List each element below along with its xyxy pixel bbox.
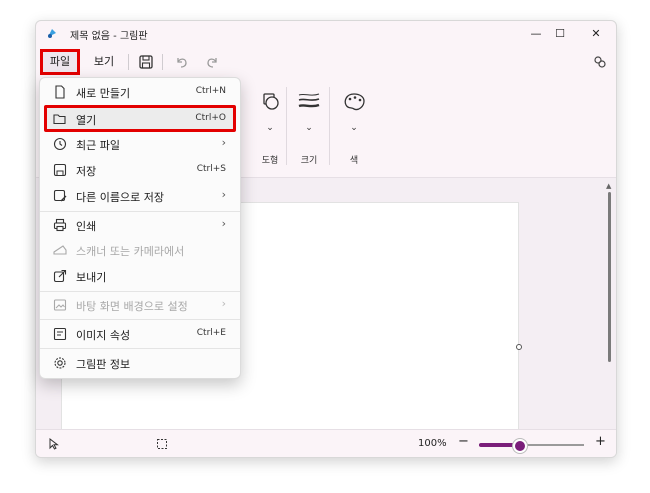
zoom-slider[interactable] <box>479 439 584 453</box>
gear-icon <box>54 357 66 369</box>
menu-item-save-as[interactable]: 다른 이름으로 저장 › <box>44 184 236 208</box>
clock-icon <box>53 137 67 151</box>
menu-item-recent[interactable]: 최근 파일 › <box>44 132 236 156</box>
vertical-scrollbar[interactable] <box>608 192 611 362</box>
shapes-icon[interactable] <box>250 91 290 113</box>
selection-size-icon <box>157 439 167 449</box>
shapes-chevron-down-icon[interactable]: ⌄ <box>250 123 290 133</box>
maximize-button[interactable]: ☐ <box>550 25 570 43</box>
copilot-icon[interactable] <box>592 54 608 70</box>
submenu-arrow-icon: › <box>221 136 226 149</box>
menu-item-send[interactable]: 보내기 <box>44 264 236 288</box>
submenu-arrow-icon: › <box>221 217 226 230</box>
menu-item-shortcut: Ctrl+N <box>195 86 226 96</box>
submenu-arrow-icon: › <box>221 297 226 310</box>
menu-item-label: 새로 만들기 <box>76 87 131 100</box>
share-icon <box>53 269 67 283</box>
menu-separator <box>40 348 240 349</box>
new-file-icon <box>55 85 65 99</box>
size-label: 크기 <box>300 156 318 166</box>
redo-icon[interactable] <box>204 54 220 70</box>
paint-app-icon <box>48 29 56 38</box>
menu-item-label: 바탕 화면 배경으로 설정 <box>76 300 188 313</box>
menu-separator <box>162 54 163 70</box>
menu-item-set-wallpaper: 바탕 화면 배경으로 설정 › <box>44 293 236 317</box>
menu-item-label: 이미지 속성 <box>76 329 131 342</box>
menu-item-image-properties[interactable]: 이미지 속성 Ctrl+E <box>44 322 236 346</box>
menu-separator <box>40 319 240 320</box>
zoom-out-button[interactable]: − <box>458 434 469 449</box>
menu-item-shortcut: Ctrl+O <box>195 113 226 123</box>
scanner-icon <box>53 245 67 255</box>
color-chevron-down-icon[interactable]: ⌄ <box>334 123 374 133</box>
toolbar-separator <box>286 87 287 165</box>
scroll-up-icon[interactable]: ▲ <box>606 182 611 190</box>
size-chevron-down-icon[interactable]: ⌄ <box>289 123 329 133</box>
status-bar: 100% − + <box>36 429 616 457</box>
zoom-in-button[interactable]: + <box>595 434 606 449</box>
menu-item-label: 인쇄 <box>76 220 97 233</box>
wallpaper-icon <box>53 299 67 311</box>
menu-separator <box>128 54 129 70</box>
window-title: 제목 없음 - 그림판 <box>70 31 148 42</box>
menu-separator <box>40 211 240 212</box>
menu-item-label: 그림판 정보 <box>76 358 131 371</box>
size-icon[interactable] <box>289 91 329 113</box>
menu-item-print[interactable]: 인쇄 › <box>44 213 236 237</box>
menu-item-scanner: 스캐너 또는 카메라에서 <box>44 238 236 262</box>
view-menu-button[interactable]: 보기 <box>88 52 120 72</box>
save-icon <box>53 163 67 177</box>
printer-icon <box>53 218 67 232</box>
color-palette-icon[interactable] <box>334 91 374 113</box>
image-properties-icon <box>53 327 67 341</box>
color-label: 색 <box>349 156 359 166</box>
save-as-icon <box>53 189 67 202</box>
menu-item-open[interactable]: 열기 Ctrl+O <box>44 105 236 132</box>
menu-item-label: 열기 <box>76 114 97 127</box>
menu-bar: 파일 보기 <box>36 49 616 75</box>
shapes-label: 도형 <box>261 156 279 166</box>
menu-item-label: 다른 이름으로 저장 <box>76 191 164 204</box>
zoom-level-text: 100% <box>418 438 447 449</box>
menu-item-save[interactable]: 저장 Ctrl+S <box>44 158 236 182</box>
file-menu-button[interactable]: 파일 <box>40 49 80 75</box>
menu-item-about[interactable]: 그림판 정보 <box>44 351 236 375</box>
menu-item-shortcut: Ctrl+E <box>196 328 226 338</box>
menu-separator <box>40 291 240 292</box>
submenu-arrow-icon: › <box>221 188 226 201</box>
menu-item-label: 최근 파일 <box>76 139 120 152</box>
save-icon[interactable] <box>138 54 154 70</box>
open-folder-icon <box>53 114 66 125</box>
cursor-position-icon <box>49 438 59 450</box>
close-button[interactable]: ✕ <box>586 25 606 43</box>
minimize-button[interactable]: — <box>526 25 546 43</box>
menu-item-shortcut: Ctrl+S <box>196 164 226 174</box>
toolbar-separator <box>329 87 330 165</box>
file-menu-dropdown: 새로 만들기 Ctrl+N 열기 Ctrl+O 최근 파일 › 저장 Ctrl+… <box>39 77 241 379</box>
menu-item-new[interactable]: 새로 만들기 Ctrl+N <box>44 80 236 104</box>
menu-item-label: 스캐너 또는 카메라에서 <box>76 245 185 258</box>
menu-item-label: 보내기 <box>76 271 107 284</box>
zoom-slider-thumb[interactable] <box>513 439 527 453</box>
title-bar: 제목 없음 - 그림판 — ☐ ✕ <box>36 21 616 47</box>
undo-icon[interactable] <box>174 54 190 70</box>
menu-item-label: 저장 <box>76 165 97 178</box>
canvas-resize-handle[interactable] <box>516 344 522 350</box>
